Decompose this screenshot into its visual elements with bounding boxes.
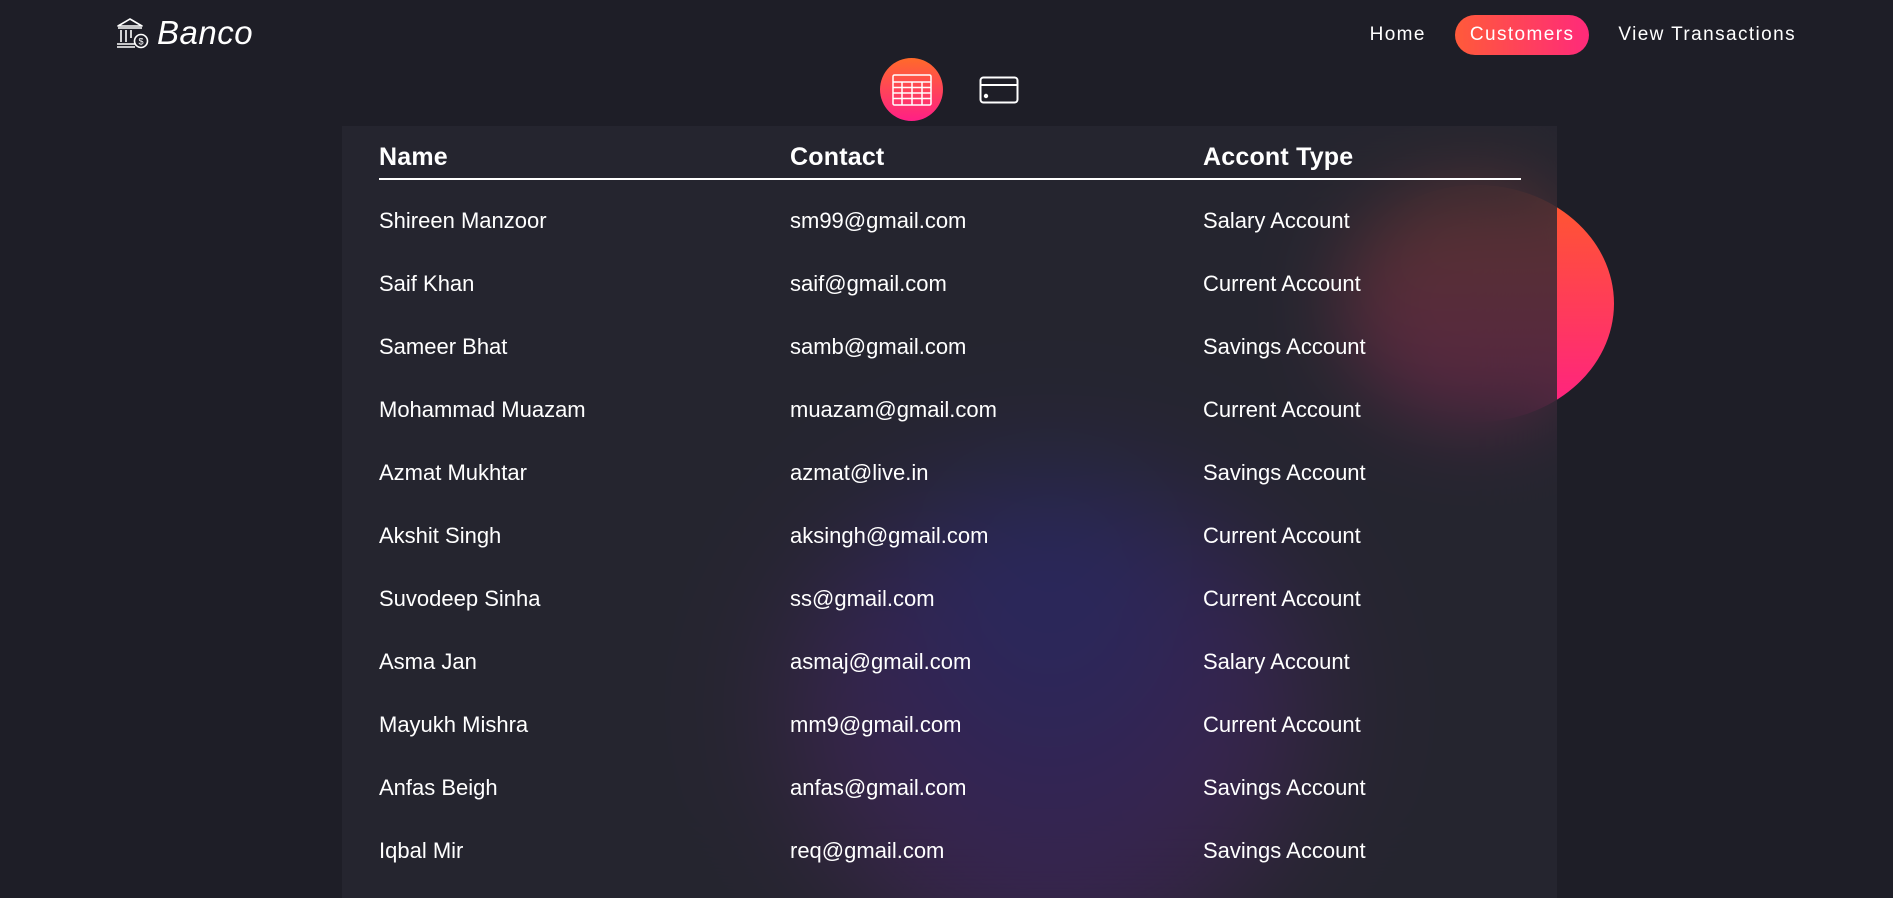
- customer-name: Akshit Singh: [379, 522, 502, 548]
- customer-account-type: Current Account: [1203, 585, 1361, 611]
- main-nav: Home Customers View Transactions: [1355, 15, 1811, 55]
- customer-account-type: Current Account: [1203, 396, 1361, 422]
- nav-view-transactions[interactable]: View Transactions: [1603, 15, 1811, 55]
- customer-account-type: Current Account: [1203, 522, 1361, 548]
- bank-icon: $: [117, 18, 149, 49]
- table-header-row: Name Contact Accont Type: [379, 141, 1521, 180]
- table-row[interactable]: Shireen Manzoor sm99@gmail.com Salary Ac…: [379, 179, 1521, 252]
- customer-account-type: Salary Account: [1203, 648, 1350, 674]
- table-row[interactable]: Asma Jan asmaj@gmail.com Salary Account: [379, 630, 1521, 693]
- column-header-contact: Contact: [790, 141, 1203, 180]
- customer-account-type: Salary Account: [1203, 208, 1350, 233]
- table-view-button[interactable]: [880, 58, 943, 121]
- customer-name: Anfas Beigh: [379, 774, 498, 800]
- table-row[interactable]: Akshit Singh aksingh@gmail.com Current A…: [379, 504, 1521, 567]
- customer-name: Mohammad Muazam: [379, 396, 586, 422]
- customer-name: Iqbal Mir: [379, 837, 464, 863]
- customer-account-type: Savings Account: [1203, 333, 1366, 359]
- customer-contact: mm9@gmail.com: [790, 711, 962, 737]
- brand-name: Banco: [157, 14, 254, 51]
- customer-contact: anfas@gmail.com: [790, 774, 967, 800]
- customer-name: Sameer Bhat: [379, 333, 508, 359]
- customer-contact: muazam@gmail.com: [790, 396, 997, 422]
- customer-account-type: Savings Account: [1203, 459, 1366, 485]
- customer-contact: ss@gmail.com: [790, 585, 935, 611]
- table-row[interactable]: Anfas Beigh anfas@gmail.com Savings Acco…: [379, 756, 1521, 819]
- customer-name: Saif Khan: [379, 270, 475, 296]
- customer-account-type: Savings Account: [1203, 774, 1366, 800]
- customer-name: Suvodeep Sinha: [379, 585, 541, 611]
- nav-customers[interactable]: Customers: [1454, 15, 1590, 55]
- table-row[interactable]: Azmat Mukhtar azmat@live.in Savings Acco…: [379, 441, 1521, 504]
- customer-contact: samb@gmail.com: [790, 333, 967, 359]
- customer-contact: saif@gmail.com: [790, 270, 947, 296]
- customer-name: Azmat Mukhtar: [379, 459, 527, 485]
- customer-contact: sm99@gmail.com: [790, 208, 967, 233]
- svg-text:$: $: [138, 37, 143, 47]
- page: $ Banco Home Customers View Transactions: [0, 0, 1893, 898]
- customer-name: Mayukh Mishra: [379, 711, 529, 737]
- table-row[interactable]: Sameer Bhat samb@gmail.com Savings Accou…: [379, 315, 1521, 378]
- customer-name: Asma Jan: [379, 648, 477, 674]
- customer-account-type: Savings Account: [1203, 837, 1366, 863]
- customer-account-type: Current Account: [1203, 270, 1361, 296]
- customer-name: Shireen Manzoor: [379, 208, 547, 233]
- customer-contact: azmat@live.in: [790, 459, 929, 485]
- customer-account-type: Current Account: [1203, 711, 1361, 737]
- customers-table: Name Contact Accont Type Shireen Manzoor…: [379, 141, 1521, 882]
- table-row[interactable]: Iqbal Mir req@gmail.com Savings Account: [379, 819, 1521, 882]
- table-row[interactable]: Saif Khan saif@gmail.com Current Account: [379, 252, 1521, 315]
- column-header-account-type: Accont Type: [1203, 141, 1521, 180]
- table-row[interactable]: Mayukh Mishra mm9@gmail.com Current Acco…: [379, 693, 1521, 756]
- card-view-button[interactable]: [967, 58, 1030, 121]
- card-view-icon: [979, 76, 1018, 103]
- table-row[interactable]: Mohammad Muazam muazam@gmail.com Current…: [379, 378, 1521, 441]
- nav-home[interactable]: Home: [1355, 15, 1441, 55]
- customers-panel: Name Contact Accont Type Shireen Manzoor…: [342, 126, 1557, 898]
- view-switch: [880, 58, 1030, 121]
- table-row[interactable]: Suvodeep Sinha ss@gmail.com Current Acco…: [379, 567, 1521, 630]
- column-header-name: Name: [379, 141, 790, 180]
- brand-logo[interactable]: $ Banco: [115, 14, 253, 52]
- table-view-icon: [891, 73, 932, 106]
- customer-contact: aksingh@gmail.com: [790, 522, 989, 548]
- customer-contact: asmaj@gmail.com: [790, 648, 972, 674]
- customer-contact: req@gmail.com: [790, 837, 945, 863]
